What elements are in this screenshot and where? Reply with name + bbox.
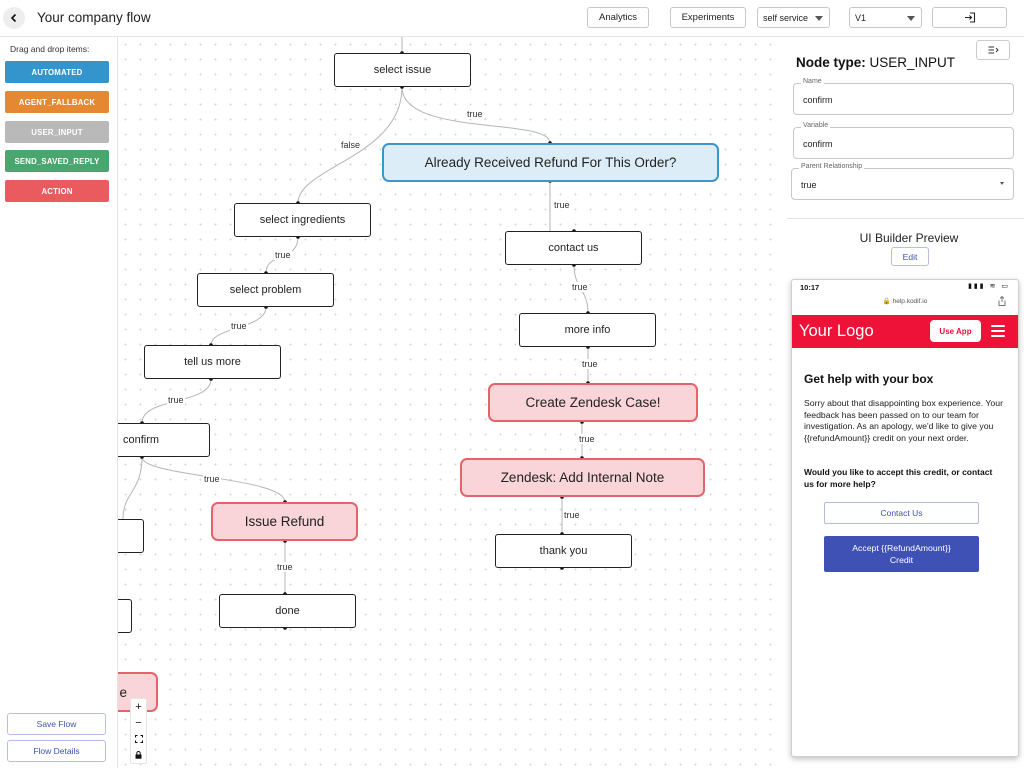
top-header: Your company flow Analytics Experiments … [0, 0, 1024, 37]
zoom-controls: + − [130, 698, 147, 764]
version-select-value: V1 [855, 12, 867, 23]
version-select[interactable]: V1 [849, 7, 922, 28]
name-field-label: Name [801, 78, 824, 85]
palette-user-input[interactable]: USER_INPUT [5, 121, 109, 143]
collapse-icon [988, 46, 999, 54]
parent-relationship-select[interactable]: Parent Relationship true [791, 163, 1014, 200]
phone-time: 10:17 [800, 283, 820, 292]
help-heading: Get help with your box [804, 372, 934, 386]
caret-down-icon [815, 16, 823, 21]
variable-field-label: Variable [801, 122, 831, 129]
parent-relationship-value: true [801, 180, 817, 190]
phone-status-bar: 10:17 ▮▮▮ ≋ ▭ [792, 280, 1018, 294]
help-question: Would you like to accept this credit, or… [804, 467, 993, 489]
zoom-in-button[interactable]: + [131, 699, 146, 715]
edge-label-true: true [571, 282, 589, 292]
edge-label-true: true [230, 321, 248, 331]
variable-field[interactable]: Variable confirm [793, 122, 1014, 159]
flow-details-button[interactable]: Flow Details [7, 740, 106, 762]
phone-brand-bar: Your Logo Use App [792, 315, 1018, 348]
node-already-received-refund[interactable]: Already Received Refund For This Order? [382, 143, 719, 182]
ui-builder-preview-title: UI Builder Preview [859, 231, 959, 245]
node-tell-us-more[interactable]: tell us more [144, 345, 281, 379]
node-issue-refund[interactable]: Issue Refund [211, 502, 358, 541]
phone-preview: 10:17 ▮▮▮ ≋ ▭ 🔒 help.kodif.io Your Logo … [791, 279, 1019, 757]
node-zendesk-internal-note[interactable]: Zendesk: Add Internal Note [460, 458, 705, 497]
node-more-info[interactable]: more info [519, 313, 656, 347]
left-sidebar: Drag and drop items: AUTOMATED AGENT_FAL… [0, 37, 118, 768]
node-type-heading: Node type: USER_INPUT [796, 55, 955, 70]
parent-relationship-label: Parent Relationship [799, 163, 865, 170]
edge-label-false: false [340, 140, 362, 150]
share-icon [998, 295, 1006, 308]
node-select-issue[interactable]: select issue [334, 53, 471, 87]
save-flow-button[interactable]: Save Flow [7, 713, 106, 735]
chevron-left-icon [10, 13, 17, 23]
hamburger-menu-icon[interactable] [991, 325, 1005, 337]
lock-button[interactable] [131, 747, 146, 763]
properties-panel: Node type: USER_INPUT Name confirm Varia… [781, 37, 1024, 768]
accept-credit-button[interactable]: Accept {{RefundAmount}} Credit [824, 536, 979, 572]
help-body-text: Sorry about that disappointing box exper… [804, 398, 1003, 443]
palette-automated[interactable]: AUTOMATED [5, 61, 109, 83]
brand-logo: Your Logo [799, 322, 874, 340]
edge-label-true: true [167, 395, 185, 405]
experiments-button[interactable]: Experiments [670, 7, 746, 28]
caret-down-icon [1000, 182, 1004, 185]
node-contact-us[interactable]: contact us [505, 231, 642, 265]
node-offscreen-2[interactable] [118, 599, 132, 633]
edge-label-true: true [274, 250, 292, 260]
exit-icon [964, 12, 975, 23]
service-select-value: self service [763, 12, 809, 23]
node-confirm[interactable]: confirm [118, 423, 210, 457]
fit-view-button[interactable] [131, 731, 146, 747]
name-field-value: confirm [803, 95, 833, 105]
node-select-ingredients[interactable]: select ingredients [234, 203, 371, 237]
node-done[interactable]: done [219, 594, 356, 628]
edge-label-true: true [553, 200, 571, 210]
edge-label-true: true [578, 434, 596, 444]
node-type-value: USER_INPUT [869, 55, 956, 70]
edge-label-true: true [466, 109, 484, 119]
name-field[interactable]: Name confirm [793, 78, 1014, 115]
palette-agent-fallback[interactable]: AGENT_FALLBACK [5, 91, 109, 113]
lock-icon [135, 751, 142, 759]
edge-label-true: true [276, 562, 294, 572]
back-button[interactable] [3, 7, 25, 29]
palette-send-saved-reply[interactable]: SEND_SAVED_REPLY [5, 150, 109, 172]
caret-down-icon [907, 16, 915, 21]
service-select[interactable]: self service [757, 7, 830, 28]
flow-canvas[interactable]: select issue Already Received Refund For… [118, 37, 781, 768]
node-thank-you[interactable]: thank you [495, 534, 632, 568]
palette-action[interactable]: ACTION [5, 180, 109, 202]
flow-title: Your company flow [37, 10, 151, 25]
node-create-zendesk-case[interactable]: Create Zendesk Case! [488, 383, 698, 422]
drag-drop-label: Drag and drop items: [10, 44, 90, 54]
collapse-panel-button[interactable] [976, 40, 1010, 60]
node-type-label: Node type: [796, 55, 866, 70]
node-offscreen-1[interactable] [118, 519, 144, 553]
phone-status-icons: ▮▮▮ ≋ ▭ [968, 283, 1010, 290]
zoom-out-button[interactable]: − [131, 715, 146, 731]
edge-label-true: true [203, 474, 221, 484]
analytics-button[interactable]: Analytics [587, 7, 649, 28]
accept-credit-line2: Credit [889, 555, 914, 565]
exit-button[interactable] [932, 7, 1007, 28]
edge-label-true: true [581, 359, 599, 369]
edge-label-true: true [563, 510, 581, 520]
variable-field-value: confirm [803, 139, 833, 149]
phone-url-bar: 🔒 help.kodif.io [882, 298, 928, 305]
edit-preview-button[interactable]: Edit [891, 247, 929, 266]
accept-credit-line1: Accept {{RefundAmount}} [852, 543, 951, 553]
panel-divider [787, 218, 1024, 219]
contact-us-button[interactable]: Contact Us [824, 502, 979, 524]
node-select-problem[interactable]: select problem [197, 273, 334, 307]
fit-view-icon [134, 735, 143, 743]
use-app-button[interactable]: Use App [930, 320, 981, 342]
